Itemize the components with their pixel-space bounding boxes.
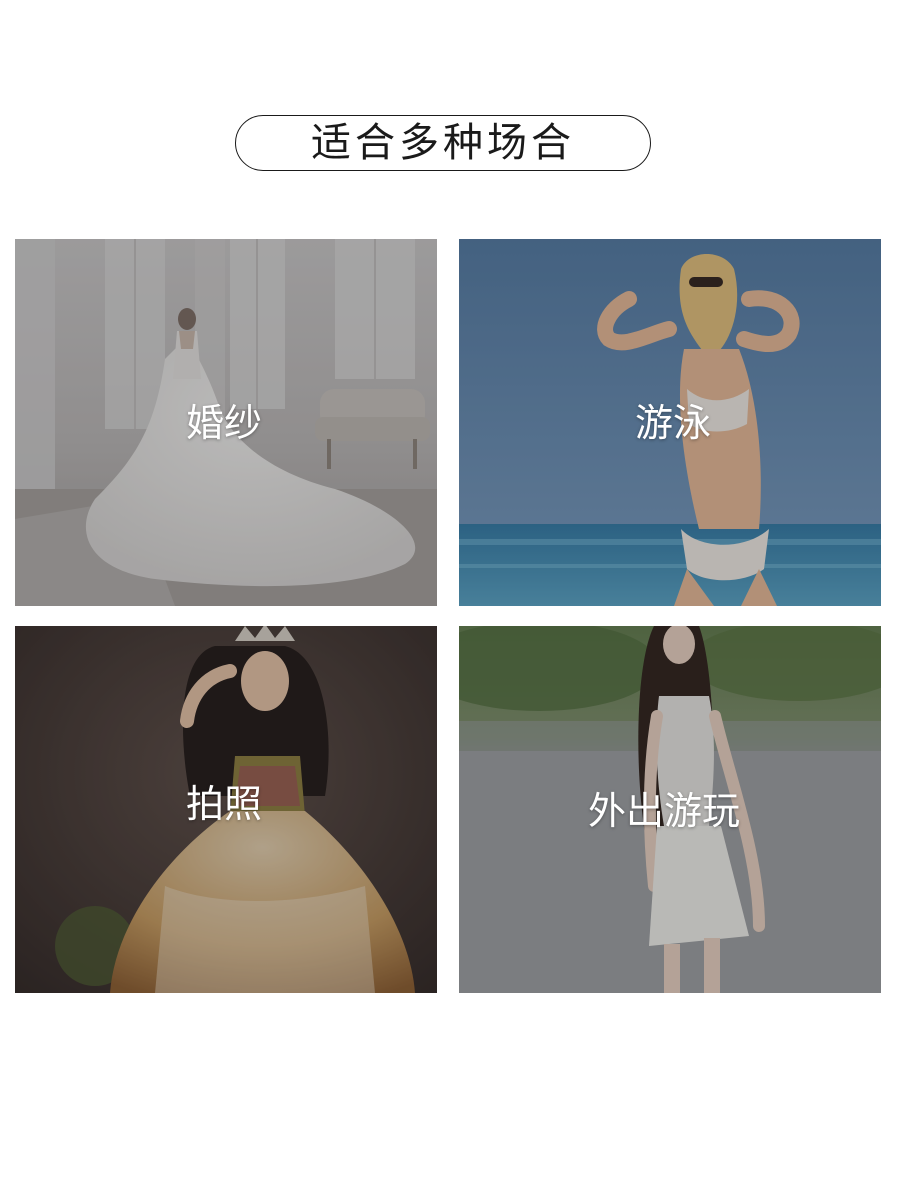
occasion-tile-outing: 外出游玩 [459,626,881,993]
occasion-tile-wedding: 婚纱 [15,239,437,606]
section-title-pill: 适合多种场合 [235,115,651,171]
tile-label-wedding: 婚纱 [185,400,262,445]
tile-label-photoshoot: 拍照 [185,781,262,826]
occasion-tile-photoshoot: 拍照 [15,626,437,993]
section-title: 适合多种场合 [311,120,575,166]
tile-label-outing: 外出游玩 [587,789,740,834]
occasion-tile-swimming: 游泳 [459,239,881,606]
tile-label-swimming: 游泳 [634,400,711,445]
